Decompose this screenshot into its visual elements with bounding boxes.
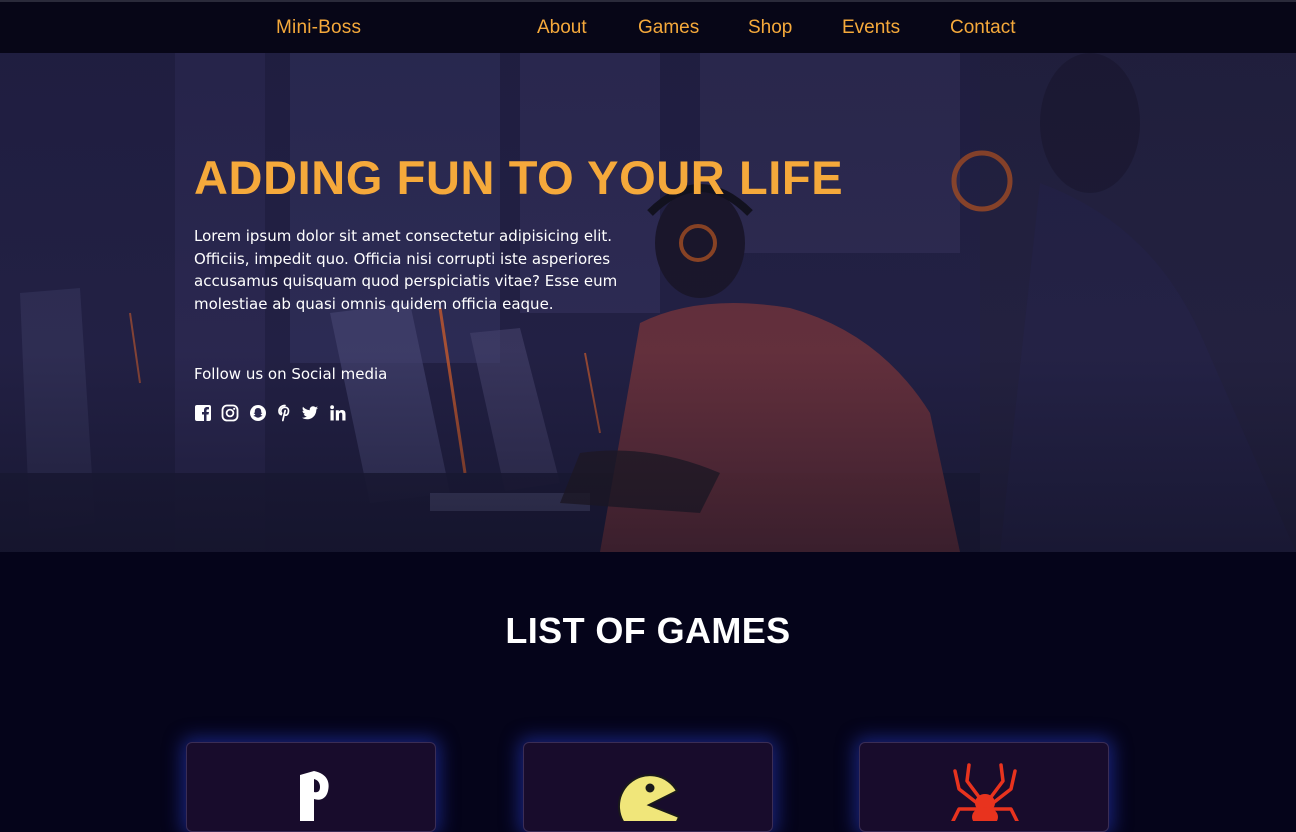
pinterest-icon[interactable] [276,404,294,422]
snapchat-icon[interactable] [249,404,267,422]
game-card-spider[interactable] [859,742,1109,832]
nav-link-events[interactable]: Events [842,17,900,39]
playstation-logo-icon [300,771,329,821]
pacman-logo-icon [617,774,681,821]
twitter-icon[interactable] [301,404,319,422]
nav-link-about[interactable]: About [537,17,587,39]
follow-label: Follow us on Social media [194,365,388,383]
brand-logo-text[interactable]: Mini-Boss [276,17,361,39]
nav-link-contact[interactable]: Contact [950,17,1015,39]
top-navigation-bar: Mini-Boss About Games Shop Events Contac… [0,0,1296,53]
instagram-icon[interactable] [221,404,239,422]
linkedin-icon[interactable] [329,404,347,422]
spider-logo-icon [951,763,1019,821]
hero-section: ADDING FUN TO YOUR LIFE Lorem ipsum dolo… [0,53,1296,552]
hero-title: ADDING FUN TO YOUR LIFE [194,151,844,204]
games-section-title: LIST OF GAMES [505,610,791,651]
nav-link-games[interactable]: Games [638,17,699,39]
facebook-icon[interactable] [194,404,212,422]
hero-description: Lorem ipsum dolor sit amet consectetur a… [194,227,618,313]
game-card-playstation[interactable] [186,742,436,832]
game-card-pacman[interactable] [523,742,773,832]
nav-link-shop[interactable]: Shop [748,17,792,39]
